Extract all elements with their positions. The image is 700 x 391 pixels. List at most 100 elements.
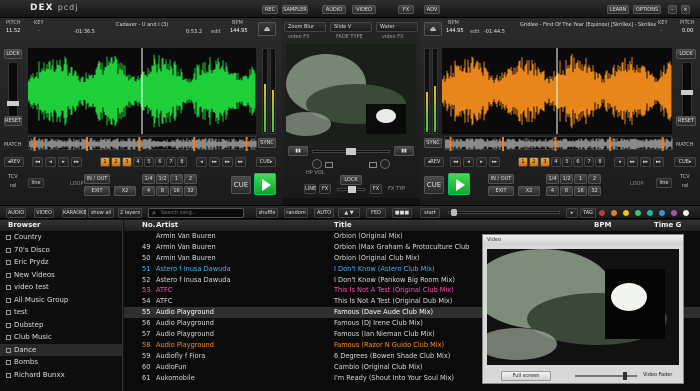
sidebar-item[interactable]: test [0,306,122,319]
hot-cue-6[interactable]: 6 [573,157,583,167]
sidebar-item[interactable]: Dance [0,343,122,356]
overview-right[interactable] [444,136,673,151]
fx-button[interactable]: FX [398,5,414,14]
prev-icon-right[interactable]: ◂◂ [450,157,461,167]
color-tag-swatch[interactable] [646,209,654,217]
fx-right-select[interactable]: Water [376,22,418,32]
play-button[interactable] [254,173,276,195]
hot-cue-3[interactable]: 3 [540,157,550,167]
fx-left-select[interactable]: Zoom Blur [284,22,326,32]
loop-size-button[interactable]: 1/2 [560,174,573,184]
camera-icon-right[interactable] [369,162,377,168]
video-window-title[interactable]: Video [483,235,683,245]
hot-cue-5[interactable]: 5 [562,157,572,167]
sidebar-item[interactable]: 70's Disco [0,244,122,257]
sidebar-item[interactable]: All Music Group [0,294,122,307]
sync-button-right[interactable]: SYNC [424,138,442,148]
queue-button[interactable]: ■■■ [392,208,412,218]
edit-button-right[interactable]: edit [470,29,480,35]
sort-button[interactable]: ▲ ▼ [338,208,360,218]
fwd-icon[interactable]: ▸ [58,157,69,167]
color-tag-swatch[interactable] [634,209,642,217]
color-tag-swatch[interactable] [610,209,618,217]
skip-last-icon-right[interactable]: ▸▸ [653,157,664,167]
back-icon[interactable]: ◂ [45,157,56,167]
fullscreen-button[interactable]: Full screen [501,371,551,381]
next-page-icon[interactable]: ▸ [566,208,578,218]
skip-back-icon-right[interactable]: ◂ [614,157,625,167]
close-button[interactable]: × [681,5,690,14]
rec-button[interactable]: REC [262,5,278,14]
filter-video-button[interactable]: VIDEO [34,208,54,218]
sidebar-item[interactable]: Club Music [0,331,122,344]
loop-size-button[interactable]: 1 [170,174,183,184]
exit-button[interactable]: EXIT [84,186,110,196]
mixer-right-button[interactable]: ▮▮ [394,146,414,156]
col-no[interactable]: No. [142,220,155,231]
mixer-fx-left-button[interactable]: FX [319,184,331,194]
adv-button[interactable]: ADV [424,5,440,14]
next-icon-right[interactable]: ▸▸ [489,157,500,167]
filter-karaoke-button[interactable]: KARAOKE [62,208,87,218]
show-all-button[interactable]: show all [88,208,114,218]
camera-icon-left[interactable] [325,162,333,168]
tag-button[interactable]: TAG [580,208,596,218]
sidebar-item[interactable]: Richard Bunxx [0,369,122,382]
hot-cue-1[interactable]: 1 [100,157,110,167]
sidebar-item[interactable]: Eric Prydz [0,256,122,269]
loop-size-button[interactable]: 16 [574,186,587,196]
cue-big-button[interactable]: CUE [231,176,251,194]
start-button[interactable]: start [420,208,440,218]
loop-size-button[interactable]: 1/4 [142,174,155,184]
x2-button-right[interactable]: X2 [518,186,540,196]
hot-cue-2[interactable]: 2 [111,157,121,167]
prev-icon[interactable]: ◂◂ [32,157,43,167]
crossfader[interactable] [337,186,365,193]
loop-size-button[interactable]: 16 [170,186,183,196]
color-tag-swatch[interactable] [670,209,678,217]
loop-size-button[interactable]: 32 [588,186,601,196]
exit-button-right[interactable]: EXIT [488,186,514,196]
loop-size-button[interactable]: 8 [156,186,169,196]
video-button[interactable]: VIDEO [352,5,376,14]
in-out-button[interactable]: IN / OUT [84,174,110,184]
skip-last-icon[interactable]: ▸▸ [235,157,246,167]
col-title[interactable]: Title [334,220,352,231]
cue-next-button[interactable]: CUE▸ [256,157,276,167]
autoplay-slider[interactable] [448,209,560,216]
lock-button-right[interactable]: LOCK [676,49,696,59]
color-tag-swatch[interactable] [682,209,690,217]
hp-vol-knob-right[interactable] [380,159,390,169]
loop-size-button[interactable]: 4 [546,186,559,196]
video-crossfader[interactable] [312,148,390,155]
hot-cue-2[interactable]: 2 [529,157,539,167]
audio-button[interactable]: AUDIO [322,5,346,14]
cue-big-button-right[interactable]: CUE [424,176,444,194]
sidebar-item[interactable]: Country [0,231,122,244]
next-icon[interactable]: ▸▸ [71,157,82,167]
hot-cue-6[interactable]: 6 [155,157,165,167]
hot-cue-7[interactable]: 7 [584,157,594,167]
random-button[interactable]: random [284,208,308,218]
hot-cue-8[interactable]: 8 [595,157,605,167]
color-tag-swatch[interactable] [658,209,666,217]
col-time[interactable]: Time G [654,220,681,231]
layers-button[interactable]: 2 layers [118,208,142,218]
rev-button[interactable]: ◂REV [4,157,24,167]
sidebar-item[interactable]: Dubstep [0,319,122,332]
overview-left[interactable] [28,136,257,151]
waveform-right[interactable] [442,48,672,134]
hot-cue-7[interactable]: 7 [166,157,176,167]
loop-size-button[interactable]: 4 [142,186,155,196]
edit-button[interactable]: edit [211,29,221,35]
fed-button[interactable]: FED [366,208,386,218]
fwd-icon-right[interactable]: ▸ [476,157,487,167]
loop-size-button[interactable]: 2 [588,174,601,184]
line-in-button[interactable]: LINE [304,184,316,194]
loop-size-button[interactable]: 1 [574,174,587,184]
sidebar-item[interactable]: Bombs [0,356,122,369]
skip-end-icon-right[interactable]: ▸▸ [640,157,651,167]
video-window[interactable]: Video Full screen Video Fader [482,234,684,384]
hot-cue-1[interactable]: 1 [518,157,528,167]
skip-fwd-icon[interactable]: ▸▸ [209,157,220,167]
